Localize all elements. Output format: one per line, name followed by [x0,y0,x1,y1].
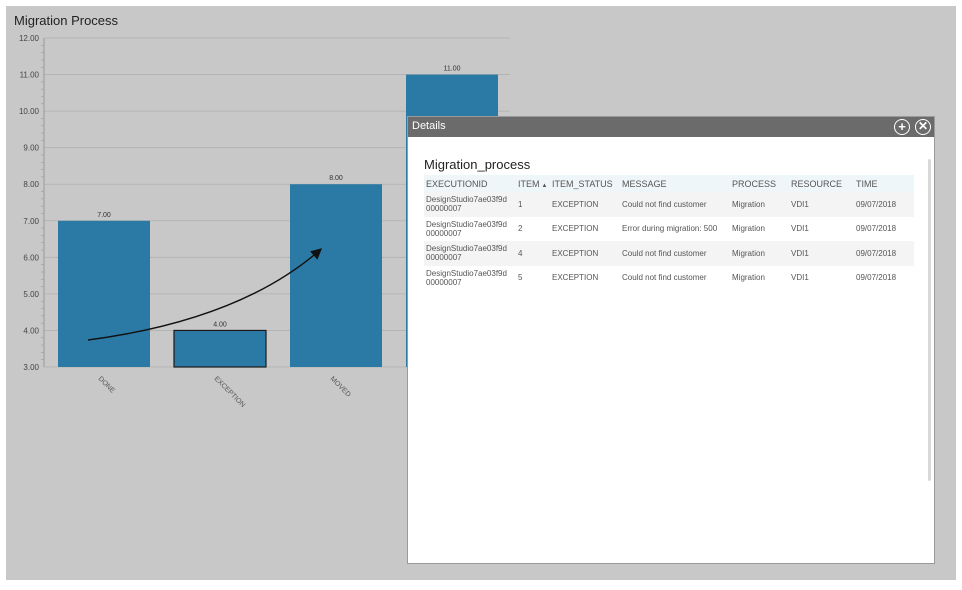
cell-executionid: DesignStudio7ae03f9d 00000007 [424,241,516,266]
y-axis: 3.00 4.00 5.00 6.00 7.00 8.00 9.00 10.00 11.00 12… [19,34,45,372]
y-tick-label: 12.00 [19,34,40,43]
y-tick-label: 7.00 [23,217,39,226]
executionid-line-1: DesignStudio7ae03f9d [426,268,507,278]
y-tick-label: 4.00 [23,326,39,335]
table-row[interactable]: DesignStudio7ae03f9d 00000007 5 EXCEPTION Co… [424,265,914,290]
dialog-title: Details [412,120,446,132]
cell-status: EXCEPTION [550,241,620,266]
cell-resource: VDI1 [789,192,854,217]
y-tick-label: 6.00 [23,253,39,262]
table-row[interactable]: DesignStudio7ae03f9d 00000007 1 EXCEPTION Co… [424,192,914,217]
y-tick-label: 9.00 [23,144,39,153]
cell-message: Error during migration: 500 [620,216,730,241]
x-tick-label: MOVED [329,375,352,398]
cell-status: EXCEPTION [550,265,620,290]
col-header-item[interactable]: ITEM ▲ [516,175,550,192]
y-tick-label: 11.00 [20,71,40,80]
y-tick-label: 3.00 [23,363,39,372]
executionid-line-2: 00000007 [426,253,462,263]
table-row[interactable]: DesignStudio7ae03f9d 00000007 2 EXCEPTION Er… [424,216,914,241]
close-button[interactable]: ✕ [915,119,931,135]
cell-message: Could not find customer [620,192,730,217]
cell-process: Migration [730,265,789,290]
x-circle-icon: ✕ [917,119,929,133]
table-row[interactable]: DesignStudio7ae03f9d 00000007 4 EXCEPTION Co… [424,241,914,266]
table-header-row: EXECUTIONID ITEM ▲ ITEM_STATUS MESSAGE PR… [424,175,914,192]
bar-moved [290,184,382,367]
col-header-item-status[interactable]: ITEM_STATUS [550,175,620,192]
cell-resource: VDI1 [789,241,854,266]
plus-circle-icon: + [898,119,906,134]
executionid-line-1: DesignStudio7ae03f9d [426,219,507,229]
cell-status: EXCEPTION [550,216,620,241]
process-name: Migration_process [424,157,531,172]
dialog-body: Migration_process EXECUTIONID ITEM ▲ ITEM… [408,137,934,563]
y-tick-label: 10.00 [19,107,40,116]
cell-message: Could not find customer [620,265,730,290]
cell-message: Could not find customer [620,241,730,266]
bar-value-label: 4.00 [213,321,227,328]
x-axis: DONE EXCEPTION MOVED [97,375,352,409]
add-button[interactable]: + [894,119,910,135]
col-header-executionid[interactable]: EXECUTIONID [424,175,516,192]
executionid-line-1: DesignStudio7ae03f9d [426,195,507,205]
cell-time: 09/07/2018 [854,192,914,217]
cell-item: 1 [516,192,550,217]
executionid-line-2: 00000007 [426,277,462,287]
cell-time: 09/07/2018 [854,265,914,290]
executionid-line-1: DesignStudio7ae03f9d [426,244,507,254]
cell-executionid: DesignStudio7ae03f9d 00000007 [424,192,516,217]
y-tick-label: 8.00 [23,180,39,189]
dialog-header: Details + ✕ [408,117,934,137]
cell-time: 09/07/2018 [854,241,914,266]
col-header-process[interactable]: PROCESS [730,175,789,192]
details-dialog: Details + ✕ Migration_process EXECUTIONI… [407,116,935,564]
cell-executionid: DesignStudio7ae03f9d 00000007 [424,216,516,241]
x-tick-label: DONE [97,375,116,394]
bar-value-label: 7.00 [97,212,111,219]
details-table: EXECUTIONID ITEM ▲ ITEM_STATUS MESSAGE PR… [424,175,914,290]
col-header-time[interactable]: TIME [854,175,914,192]
cell-item: 2 [516,216,550,241]
cell-item: 4 [516,241,550,266]
cell-time: 09/07/2018 [854,216,914,241]
col-header-message[interactable]: MESSAGE [620,175,730,192]
sort-asc-icon: ▲ [541,182,548,189]
cell-resource: VDI1 [789,265,854,290]
executionid-line-2: 00000007 [426,204,462,214]
cell-resource: VDI1 [789,216,854,241]
cell-process: Migration [730,241,789,266]
cell-status: EXCEPTION [550,192,620,217]
bar-value-label: 8.00 [329,175,343,182]
col-header-resource[interactable]: RESOURCE [789,175,854,192]
vertical-scrollbar[interactable] [928,159,931,481]
bar-exception [173,329,267,368]
y-tick-label: 5.00 [23,290,39,299]
x-tick-label: EXCEPTION [213,375,247,409]
executionid-line-2: 00000007 [426,228,462,238]
cell-process: Migration [730,192,789,217]
cell-item: 5 [516,265,550,290]
bar-done [58,220,150,367]
cell-process: Migration [730,216,789,241]
cell-executionid: DesignStudio7ae03f9d 00000007 [424,265,516,290]
bar-value-label: 11.00 [444,66,461,73]
